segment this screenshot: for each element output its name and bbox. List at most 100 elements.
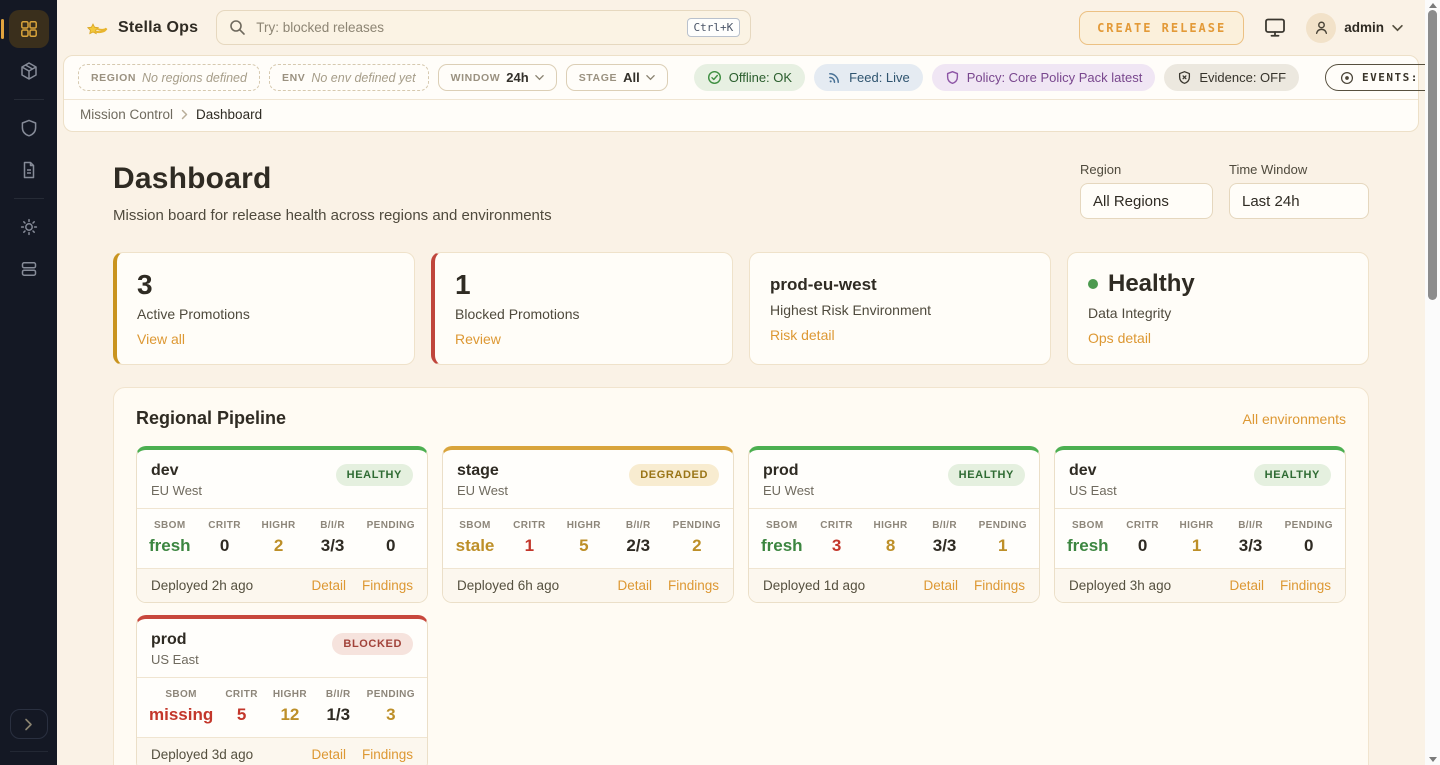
scrollbar-down-arrow-icon[interactable]: [1429, 757, 1437, 762]
env-region: EU West: [763, 483, 814, 498]
document-icon: [19, 160, 39, 180]
scrollbar-thumb[interactable]: [1428, 10, 1437, 300]
events-status-pill[interactable]: EVENTS: DEGRADED: [1325, 64, 1440, 91]
metric-label: SBOM: [761, 520, 803, 531]
context-bar: REGION No regions defined ENV No env def…: [64, 56, 1418, 99]
review-link[interactable]: Review: [455, 331, 501, 347]
pipeline-card-prod-us-east: prod US East BLOCKED SBOMmissing CRITR5 …: [136, 615, 428, 765]
metric-label: CRITR: [205, 520, 245, 531]
window-chip-label: WINDOW: [451, 72, 501, 84]
metric-value: missing: [149, 705, 213, 725]
metric-label: B/I/R: [318, 689, 358, 700]
healthy-dot-icon: [1088, 279, 1098, 289]
findings-link[interactable]: Findings: [362, 578, 413, 593]
env-region: US East: [151, 652, 199, 667]
sidebar-item-settings[interactable]: [9, 208, 49, 246]
top-bar: Stella Ops Ctrl+K CREATE RELEASE: [57, 0, 1425, 55]
circle-dot-icon: [1340, 71, 1354, 85]
findings-link[interactable]: Findings: [974, 578, 1025, 593]
pipeline-card-stage-eu-west: stage EU West DEGRADED SBOMstale CRITR1 …: [442, 446, 734, 603]
offline-status-pill[interactable]: Offline: OK: [694, 64, 805, 91]
view-all-link[interactable]: View all: [137, 331, 185, 347]
sidebar-item-releases[interactable]: [9, 52, 49, 90]
page-content: Dashboard Mission board for release heal…: [57, 132, 1425, 765]
search-input[interactable]: [256, 20, 676, 35]
detail-link[interactable]: Detail: [923, 578, 958, 593]
metric-value: 0: [367, 536, 415, 556]
pipeline-card-dev-us-east: dev US East HEALTHY SBOMfresh CRITR0 HIG…: [1054, 446, 1346, 603]
env-region: EU West: [151, 483, 202, 498]
sidebar: [0, 0, 57, 765]
deployed-text: Deployed 6h ago: [457, 578, 559, 593]
pipeline-card-prod-eu-west: prod EU West HEALTHY SBOMfresh CRITR3 HI…: [748, 446, 1040, 603]
status-badge: BLOCKED: [332, 633, 413, 655]
stage-filter-chip[interactable]: STAGE All: [566, 64, 668, 91]
region-select[interactable]: All Regions: [1080, 183, 1213, 219]
metric-value: 0: [1285, 536, 1333, 556]
window-filter-chip[interactable]: WINDOW 24h: [438, 64, 557, 91]
highest-risk-card: prod-eu-west Highest Risk Environment Ri…: [749, 252, 1051, 365]
scrollbar-up-arrow-icon[interactable]: [1429, 3, 1437, 8]
page-subtitle: Mission board for release health across …: [113, 207, 552, 224]
user-menu[interactable]: admin: [1306, 13, 1403, 43]
env-name: dev: [151, 462, 202, 480]
findings-link[interactable]: Findings: [1280, 578, 1331, 593]
offline-status-text: Offline: OK: [729, 70, 792, 85]
metric-value: 1: [979, 536, 1027, 556]
display-mode-button[interactable]: [1264, 17, 1286, 38]
metric-label: B/I/R: [925, 520, 965, 531]
time-window-select-label: Time Window: [1229, 162, 1369, 177]
metric-value: 0: [1123, 536, 1163, 556]
metric-value: stale: [455, 536, 495, 556]
ops-detail-link[interactable]: Ops detail: [1088, 330, 1151, 346]
pipeline-title: Regional Pipeline: [136, 408, 286, 429]
server-icon: [19, 259, 39, 279]
metric-label: PENDING: [1285, 520, 1333, 531]
env-region: EU West: [457, 483, 508, 498]
pipeline-grid: dev EU West HEALTHY SBOMfresh CRITR0 HIG…: [136, 446, 1346, 765]
sidebar-expand-button[interactable]: [10, 709, 48, 739]
monitor-icon: [1264, 17, 1286, 38]
page-title: Dashboard: [113, 162, 552, 196]
time-window-select[interactable]: Last 24h: [1229, 183, 1369, 219]
metric-label: PENDING: [979, 520, 1027, 531]
all-environments-link[interactable]: All environments: [1243, 411, 1347, 427]
evidence-status-pill[interactable]: Evidence: OFF: [1164, 64, 1299, 91]
sidebar-item-systems[interactable]: [9, 250, 49, 288]
metric-value: 8: [871, 536, 911, 556]
sidebar-item-reports[interactable]: [9, 151, 49, 189]
detail-link[interactable]: Detail: [311, 747, 346, 762]
context-panel: REGION No regions defined ENV No env def…: [63, 55, 1419, 132]
findings-link[interactable]: Findings: [668, 578, 719, 593]
detail-link[interactable]: Detail: [311, 578, 346, 593]
sidebar-footer-divider: [10, 751, 48, 752]
detail-link[interactable]: Detail: [1229, 578, 1264, 593]
breadcrumb-current: Dashboard: [196, 107, 262, 122]
grid-icon: [19, 19, 39, 39]
findings-link[interactable]: Findings: [362, 747, 413, 762]
policy-status-text: Policy: Core Policy Pack latest: [967, 70, 1143, 85]
deployed-text: Deployed 2h ago: [151, 578, 253, 593]
metric-value: 1: [1177, 536, 1217, 556]
active-promotions-label: Active Promotions: [137, 306, 394, 322]
blocked-promotions-value: 1: [455, 270, 712, 299]
region-chip-label: REGION: [91, 72, 136, 84]
feed-status-pill[interactable]: Feed: Live: [814, 64, 923, 91]
metric-value: fresh: [761, 536, 803, 556]
time-window-select-value: Last 24h: [1242, 193, 1300, 210]
env-filter-chip[interactable]: ENV No env defined yet: [269, 64, 429, 91]
risk-detail-link[interactable]: Risk detail: [770, 327, 835, 343]
stat-cards: 3 Active Promotions View all 1 Blocked P…: [113, 252, 1369, 365]
data-integrity-card: Healthy Data Integrity Ops detail: [1067, 252, 1369, 365]
active-promotions-card: 3 Active Promotions View all: [113, 252, 415, 365]
policy-status-pill[interactable]: Policy: Core Policy Pack latest: [932, 64, 1156, 91]
sidebar-item-dashboard[interactable]: [9, 10, 49, 48]
sidebar-item-policies[interactable]: [9, 109, 49, 147]
metric-label: SBOM: [1067, 520, 1109, 531]
metric-label: CRITR: [1123, 520, 1163, 531]
region-filter-chip[interactable]: REGION No regions defined: [78, 64, 260, 91]
detail-link[interactable]: Detail: [617, 578, 652, 593]
create-release-button[interactable]: CREATE RELEASE: [1079, 11, 1244, 45]
breadcrumb-parent[interactable]: Mission Control: [80, 107, 173, 122]
app-title: Stella Ops: [118, 19, 198, 37]
